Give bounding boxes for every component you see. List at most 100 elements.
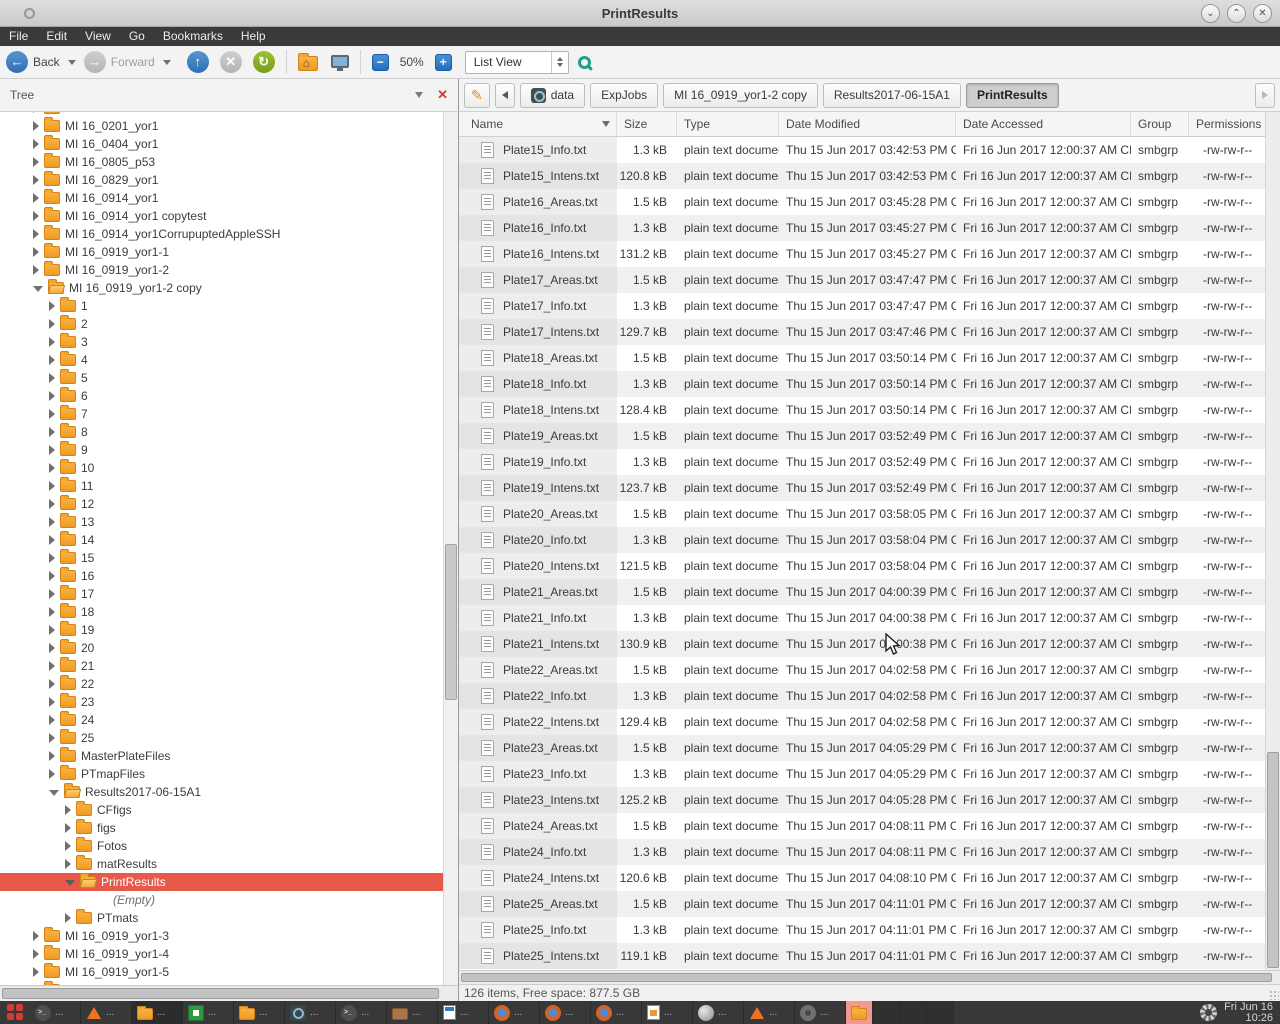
expander-icon[interactable] xyxy=(49,625,55,635)
expander-icon[interactable] xyxy=(33,949,39,959)
table-row[interactable]: Plate21_Areas.txt1.5 kBplain text docume… xyxy=(459,579,1265,605)
expander-icon[interactable] xyxy=(49,790,59,796)
view-mode-select[interactable]: List View xyxy=(465,51,569,74)
breadcrumb-printresults[interactable]: PrintResults xyxy=(966,83,1059,108)
minimize-icon[interactable]: ⌄ xyxy=(1201,4,1220,23)
taskbar-item[interactable]: ... xyxy=(438,1001,489,1024)
taskbar-item[interactable]: ... xyxy=(285,1001,336,1024)
tree-item[interactable]: 25 xyxy=(0,729,443,747)
expander-icon[interactable] xyxy=(33,193,39,203)
expander-icon[interactable] xyxy=(65,913,71,923)
tree-item[interactable]: PTmapFiles xyxy=(0,765,443,783)
expander-icon[interactable] xyxy=(65,859,71,869)
table-row[interactable]: Plate25_Intens.txt119.1 kBplain text doc… xyxy=(459,943,1265,969)
taskbar-item[interactable]: ... xyxy=(744,1001,795,1024)
tree-item[interactable]: 22 xyxy=(0,675,443,693)
expander-icon[interactable] xyxy=(49,715,55,725)
expander-icon[interactable] xyxy=(49,697,55,707)
taskbar-item-blank[interactable] xyxy=(900,1001,927,1024)
tree-scrollbar-thumb[interactable] xyxy=(445,544,457,700)
expander-icon[interactable] xyxy=(49,319,55,329)
tree-item[interactable]: 1 xyxy=(0,297,443,315)
tree-item[interactable]: 19 xyxy=(0,621,443,639)
expander-icon[interactable] xyxy=(49,553,55,563)
table-row[interactable]: Plate15_Info.txt1.3 kBplain text documen… xyxy=(459,137,1265,163)
tree-hscrollbar-thumb[interactable] xyxy=(2,988,439,999)
tree-horizontal-scrollbar[interactable] xyxy=(0,985,458,1001)
table-row[interactable]: Plate23_Areas.txt1.5 kBplain text docume… xyxy=(459,735,1265,761)
table-row[interactable]: Plate21_Intens.txt130.9 kBplain text doc… xyxy=(459,631,1265,657)
tree-item[interactable]: MI 16_0829_yor1 xyxy=(0,171,443,189)
tree-item[interactable]: 23 xyxy=(0,693,443,711)
expander-icon[interactable] xyxy=(49,769,55,779)
tree-item[interactable]: 4 xyxy=(0,351,443,369)
tree-item[interactable]: MasterPlateFiles xyxy=(0,747,443,765)
menu-item-edit[interactable]: Edit xyxy=(37,27,76,46)
expander-icon[interactable] xyxy=(49,661,55,671)
expander-icon[interactable] xyxy=(49,643,55,653)
column-header-date-modified[interactable]: Date Modified xyxy=(779,112,956,136)
resize-grip[interactable] xyxy=(1269,990,1279,1000)
tree-item[interactable]: 17 xyxy=(0,585,443,603)
table-row[interactable]: Plate24_Intens.txt120.6 kBplain text doc… xyxy=(459,865,1265,891)
table-row[interactable]: Plate21_Info.txt1.3 kBplain text documen… xyxy=(459,605,1265,631)
expander-icon[interactable] xyxy=(49,481,55,491)
column-header-size[interactable]: Size xyxy=(617,112,677,136)
tree-item[interactable]: 12 xyxy=(0,495,443,513)
taskbar-item-blank[interactable] xyxy=(927,1001,954,1024)
tree-item[interactable]: 9 xyxy=(0,441,443,459)
expander-icon[interactable] xyxy=(33,247,39,257)
table-row[interactable]: Plate25_Areas.txt1.5 kBplain text docume… xyxy=(459,891,1265,917)
table-row[interactable]: Plate24_Info.txt1.3 kBplain text documen… xyxy=(459,839,1265,865)
tree-item[interactable]: 8 xyxy=(0,423,443,441)
menu-item-bookmarks[interactable]: Bookmarks xyxy=(154,27,232,46)
tree-item[interactable]: CFfigs xyxy=(0,801,443,819)
expander-icon[interactable] xyxy=(49,499,55,509)
taskbar-item[interactable]: ... xyxy=(642,1001,693,1024)
column-header-name[interactable]: Name xyxy=(459,112,617,136)
table-row[interactable]: Plate18_Info.txt1.3 kBplain text documen… xyxy=(459,371,1265,397)
list-scrollbar-thumb[interactable] xyxy=(1267,752,1279,968)
zoom-out-icon[interactable]: − xyxy=(372,54,389,71)
forward-history-dropdown-icon[interactable] xyxy=(163,60,171,65)
tree-item[interactable]: (Empty) xyxy=(0,891,443,909)
table-row[interactable]: Plate15_Intens.txt120.8 kBplain text doc… xyxy=(459,163,1265,189)
tree-item[interactable]: MI 16_0805_p53 xyxy=(0,153,443,171)
table-row[interactable]: Plate19_Info.txt1.3 kBplain text documen… xyxy=(459,449,1265,475)
taskbar-item[interactable]: ... xyxy=(591,1001,642,1024)
taskbar-item[interactable]: ... xyxy=(387,1001,438,1024)
tree-item[interactable]: MI 16_0919_yor1-4 xyxy=(0,945,443,963)
taskbar-item[interactable]: ... xyxy=(132,1001,183,1024)
expander-icon[interactable] xyxy=(33,211,39,221)
tree-item[interactable]: 6 xyxy=(0,387,443,405)
table-row[interactable]: Plate24_Areas.txt1.5 kBplain text docume… xyxy=(459,813,1265,839)
maximize-icon[interactable]: ⌃ xyxy=(1227,4,1246,23)
expander-icon[interactable] xyxy=(33,967,39,977)
tree-item[interactable]: 11 xyxy=(0,477,443,495)
expander-icon[interactable] xyxy=(33,286,43,292)
expander-icon[interactable] xyxy=(33,229,39,239)
table-row[interactable]: Plate22_Areas.txt1.5 kBplain text docume… xyxy=(459,657,1265,683)
table-row[interactable]: Plate16_Info.txt1.3 kBplain text documen… xyxy=(459,215,1265,241)
tree-vertical-scrollbar[interactable] xyxy=(443,112,458,985)
list-vertical-scrollbar[interactable] xyxy=(1265,112,1280,970)
expander-icon[interactable] xyxy=(65,841,71,851)
breadcrumb-data[interactable]: data xyxy=(520,83,585,108)
sidebar-selector-dropdown-icon[interactable] xyxy=(415,92,423,98)
expander-icon[interactable] xyxy=(49,571,55,581)
table-row[interactable]: Plate20_Intens.txt121.5 kBplain text doc… xyxy=(459,553,1265,579)
taskbar-item[interactable]: ... xyxy=(540,1001,591,1024)
menu-item-file[interactable]: File xyxy=(0,27,37,46)
tree-item[interactable]: 3 xyxy=(0,333,443,351)
expander-icon[interactable] xyxy=(33,112,39,113)
table-row[interactable]: Plate19_Areas.txt1.5 kBplain text docume… xyxy=(459,423,1265,449)
expander-icon[interactable] xyxy=(65,880,75,886)
expander-icon[interactable] xyxy=(49,751,55,761)
tree-item[interactable]: MI 16_0919_yor1-2 copy xyxy=(0,279,443,297)
tree-item[interactable]: MI 16_0919_yor1-1 xyxy=(0,243,443,261)
tree-item[interactable]: 13 xyxy=(0,513,443,531)
back-history-dropdown-icon[interactable] xyxy=(68,60,76,65)
column-header-type[interactable]: Type xyxy=(677,112,779,136)
expander-icon[interactable] xyxy=(49,427,55,437)
view-mode-spinner[interactable] xyxy=(551,52,568,73)
